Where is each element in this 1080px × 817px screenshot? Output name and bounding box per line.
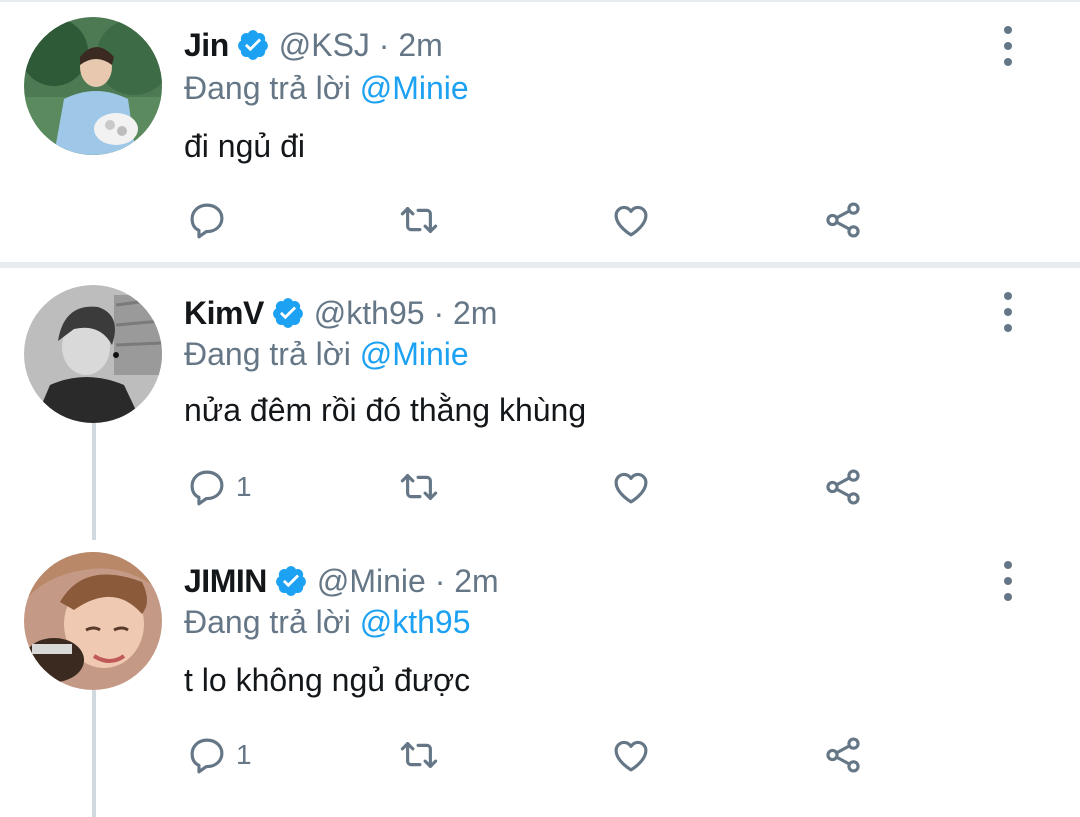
share-icon <box>822 466 864 508</box>
replying-to: Đang trả lời @Minie <box>184 70 469 107</box>
tweet-text: nửa đêm rồi đó thằng khùng <box>184 392 587 428</box>
share-icon <box>822 734 864 776</box>
author-name[interactable]: JIMIN <box>184 563 267 600</box>
heart-icon <box>610 199 652 241</box>
tweet-text: t lo không ngủ được <box>184 662 471 698</box>
retweet-icon <box>398 466 440 508</box>
author-handle[interactable]: @kth95 · 2m <box>314 295 498 332</box>
reply-count: 1 <box>236 471 252 502</box>
replying-to-mention[interactable]: @Minie <box>360 70 469 106</box>
retweet-icon <box>398 734 440 776</box>
tweet-actions: 1 <box>0 465 1080 509</box>
verified-badge-icon <box>271 296 305 330</box>
share-button[interactable] <box>822 198 864 242</box>
reply-button[interactable] <box>186 198 236 242</box>
more-vertical-icon[interactable] <box>998 292 1018 332</box>
tweet-3[interactable]: JIMIN @Minie · 2m Đang trả lời @kth95 t … <box>0 540 1080 817</box>
replying-to-mention[interactable]: @Minie <box>360 336 469 372</box>
reply-icon <box>186 734 228 776</box>
author-line: JIMIN @Minie · 2m <box>184 560 499 602</box>
author-name[interactable]: KimV <box>184 295 264 332</box>
reply-icon <box>186 199 228 241</box>
like-button[interactable] <box>610 733 652 777</box>
verified-badge-icon <box>236 28 270 62</box>
reply-count: 1 <box>236 739 252 770</box>
author-line: Jin @KSJ · 2m <box>184 24 443 66</box>
tweet-actions <box>0 198 1080 242</box>
reply-button[interactable]: 1 <box>186 733 252 777</box>
replying-to-label: Đang trả lời <box>184 336 351 372</box>
tweet-actions: 1 <box>0 733 1080 777</box>
replying-to: Đang trả lời @kth95 <box>184 604 470 641</box>
share-button[interactable] <box>822 733 864 777</box>
share-icon <box>822 199 864 241</box>
reply-icon <box>186 466 228 508</box>
tweet-text: đi ngủ đi <box>184 128 305 164</box>
retweet-icon <box>398 199 440 241</box>
avatar-kimv[interactable] <box>24 285 162 423</box>
retweet-button[interactable] <box>398 198 440 242</box>
more-vertical-icon[interactable] <box>998 26 1018 66</box>
replying-to: Đang trả lời @Minie <box>184 336 469 373</box>
author-handle[interactable]: @KSJ · 2m <box>279 27 443 64</box>
author-name[interactable]: Jin <box>184 27 229 64</box>
avatar-image <box>24 17 162 155</box>
like-button[interactable] <box>610 465 652 509</box>
replying-to-label: Đang trả lời <box>184 604 351 640</box>
avatar-jin[interactable] <box>24 17 162 155</box>
retweet-button[interactable] <box>398 733 440 777</box>
heart-icon <box>610 466 652 508</box>
tweet-2[interactable]: KimV @kth95 · 2m Đang trả lời @Minie nửa… <box>0 268 1080 540</box>
verified-badge-icon <box>274 564 308 598</box>
retweet-button[interactable] <box>398 465 440 509</box>
avatar-jimin[interactable] <box>24 552 162 690</box>
like-button[interactable] <box>610 198 652 242</box>
replying-to-label: Đang trả lời <box>184 70 351 106</box>
replying-to-mention[interactable]: @kth95 <box>360 604 471 640</box>
tweet-1[interactable]: Jin @KSJ · 2m Đang trả lời @Minie đi ngủ… <box>0 0 1080 262</box>
author-handle[interactable]: @Minie · 2m <box>317 563 499 600</box>
avatar-image <box>24 552 162 690</box>
reply-button[interactable]: 1 <box>186 465 252 509</box>
more-vertical-icon[interactable] <box>998 561 1018 601</box>
heart-icon <box>610 734 652 776</box>
author-line: KimV @kth95 · 2m <box>184 292 497 334</box>
share-button[interactable] <box>822 465 864 509</box>
avatar-image <box>24 285 162 423</box>
